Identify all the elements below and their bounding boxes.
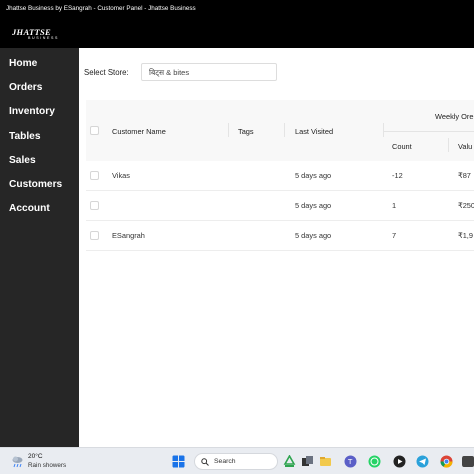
teams-icon[interactable]: T: [344, 455, 357, 468]
windows-start-icon[interactable]: [172, 455, 185, 468]
taskbar: 20°C Rain showers Search T: [0, 447, 474, 474]
sidebar-item-inventory[interactable]: Inventory: [0, 107, 79, 131]
column-divider: [284, 123, 285, 137]
sidebar-nav: Home Orders Inventory Tables Sales Custo…: [0, 48, 79, 228]
header-customer-name[interactable]: Customer Name: [112, 127, 166, 136]
store-select[interactable]: बिट्स & bites: [141, 63, 277, 81]
row-checkbox[interactable]: [90, 231, 99, 240]
media-player-icon[interactable]: [393, 455, 406, 468]
sidebar-item-tables[interactable]: Tables: [0, 131, 79, 156]
column-divider: [383, 123, 384, 137]
table-header: Customer Name Tags Last Visited Weekly O…: [86, 100, 474, 161]
customers-table: Customer Name Tags Last Visited Weekly O…: [86, 100, 474, 300]
header-value[interactable]: Valu: [458, 142, 472, 151]
store-selector-label: Select Store:: [84, 67, 129, 77]
recycle-icon[interactable]: [283, 455, 296, 468]
cell-count: 1: [392, 201, 397, 210]
taskbar-search[interactable]: Search: [194, 453, 278, 470]
header-group-divider: [383, 131, 474, 132]
sidebar-item-home[interactable]: Home: [0, 58, 79, 83]
sidebar-item-account[interactable]: Account: [0, 203, 79, 228]
row-checkbox[interactable]: [90, 171, 99, 180]
cell-last-visited: 5 days ago: [295, 231, 332, 240]
row-checkbox[interactable]: [90, 201, 99, 210]
whatsapp-icon[interactable]: [368, 455, 381, 468]
search-icon: [201, 458, 209, 466]
sidebar-item-orders[interactable]: Orders: [0, 83, 79, 107]
cell-customer-name: ESangrah: [112, 231, 145, 240]
logo-subtext: BUSINESS: [28, 36, 59, 40]
header-count[interactable]: Count: [392, 142, 412, 151]
cell-value: ₹1,9: [458, 231, 473, 240]
header-weekly-orders: Weekly Ore: [435, 112, 474, 121]
cell-count: -12: [392, 171, 403, 180]
svg-text:T: T: [347, 458, 353, 466]
table-row[interactable]: Vikas 5 days ago -12 ₹87: [86, 161, 474, 191]
cell-count: 7: [392, 231, 397, 240]
store-selector: Select Store: बिट्स & bites: [84, 63, 277, 81]
table-row[interactable]: ESangrah 5 days ago 7 ₹1,9: [86, 221, 474, 251]
cell-value: ₹250: [458, 201, 474, 210]
chrome-icon[interactable]: [440, 455, 453, 468]
telegram-icon[interactable]: [416, 455, 429, 468]
search-placeholder: Search: [214, 458, 236, 465]
cell-last-visited: 5 days ago: [295, 171, 332, 180]
cell-value: ₹87: [458, 171, 471, 180]
column-divider: [448, 138, 449, 152]
task-view-icon[interactable]: [301, 455, 314, 468]
weather-condition[interactable]: Rain showers: [28, 462, 66, 469]
cell-customer-name: Vikas: [112, 171, 130, 180]
app-icon[interactable]: [462, 455, 474, 468]
brand-logo[interactable]: JHATTSE BUSINESS: [12, 27, 59, 40]
weather-temperature[interactable]: 20°C: [28, 453, 43, 460]
table-row[interactable]: 5 days ago 1 ₹250: [86, 191, 474, 221]
cell-last-visited: 5 days ago: [295, 201, 332, 210]
app-header: JHATTSE BUSINESS: [0, 18, 474, 48]
column-divider: [228, 123, 229, 137]
header-last-visited[interactable]: Last Visited: [295, 127, 333, 136]
main-content: Select Store: बिट्स & bites Customer Nam…: [79, 48, 474, 447]
sidebar-item-sales[interactable]: Sales: [0, 155, 79, 180]
sidebar: Home Orders Inventory Tables Sales Custo…: [0, 48, 79, 447]
sidebar-item-customers[interactable]: Customers: [0, 179, 79, 204]
window-title: Jhattse Business by ESangrah - Customer …: [6, 5, 196, 12]
window-title-bar: Jhattse Business by ESangrah - Customer …: [0, 0, 474, 18]
header-tags[interactable]: Tags: [238, 127, 254, 136]
rain-cloud-icon[interactable]: [11, 455, 24, 468]
select-all-checkbox[interactable]: [90, 126, 99, 135]
file-explorer-icon[interactable]: [319, 455, 332, 468]
